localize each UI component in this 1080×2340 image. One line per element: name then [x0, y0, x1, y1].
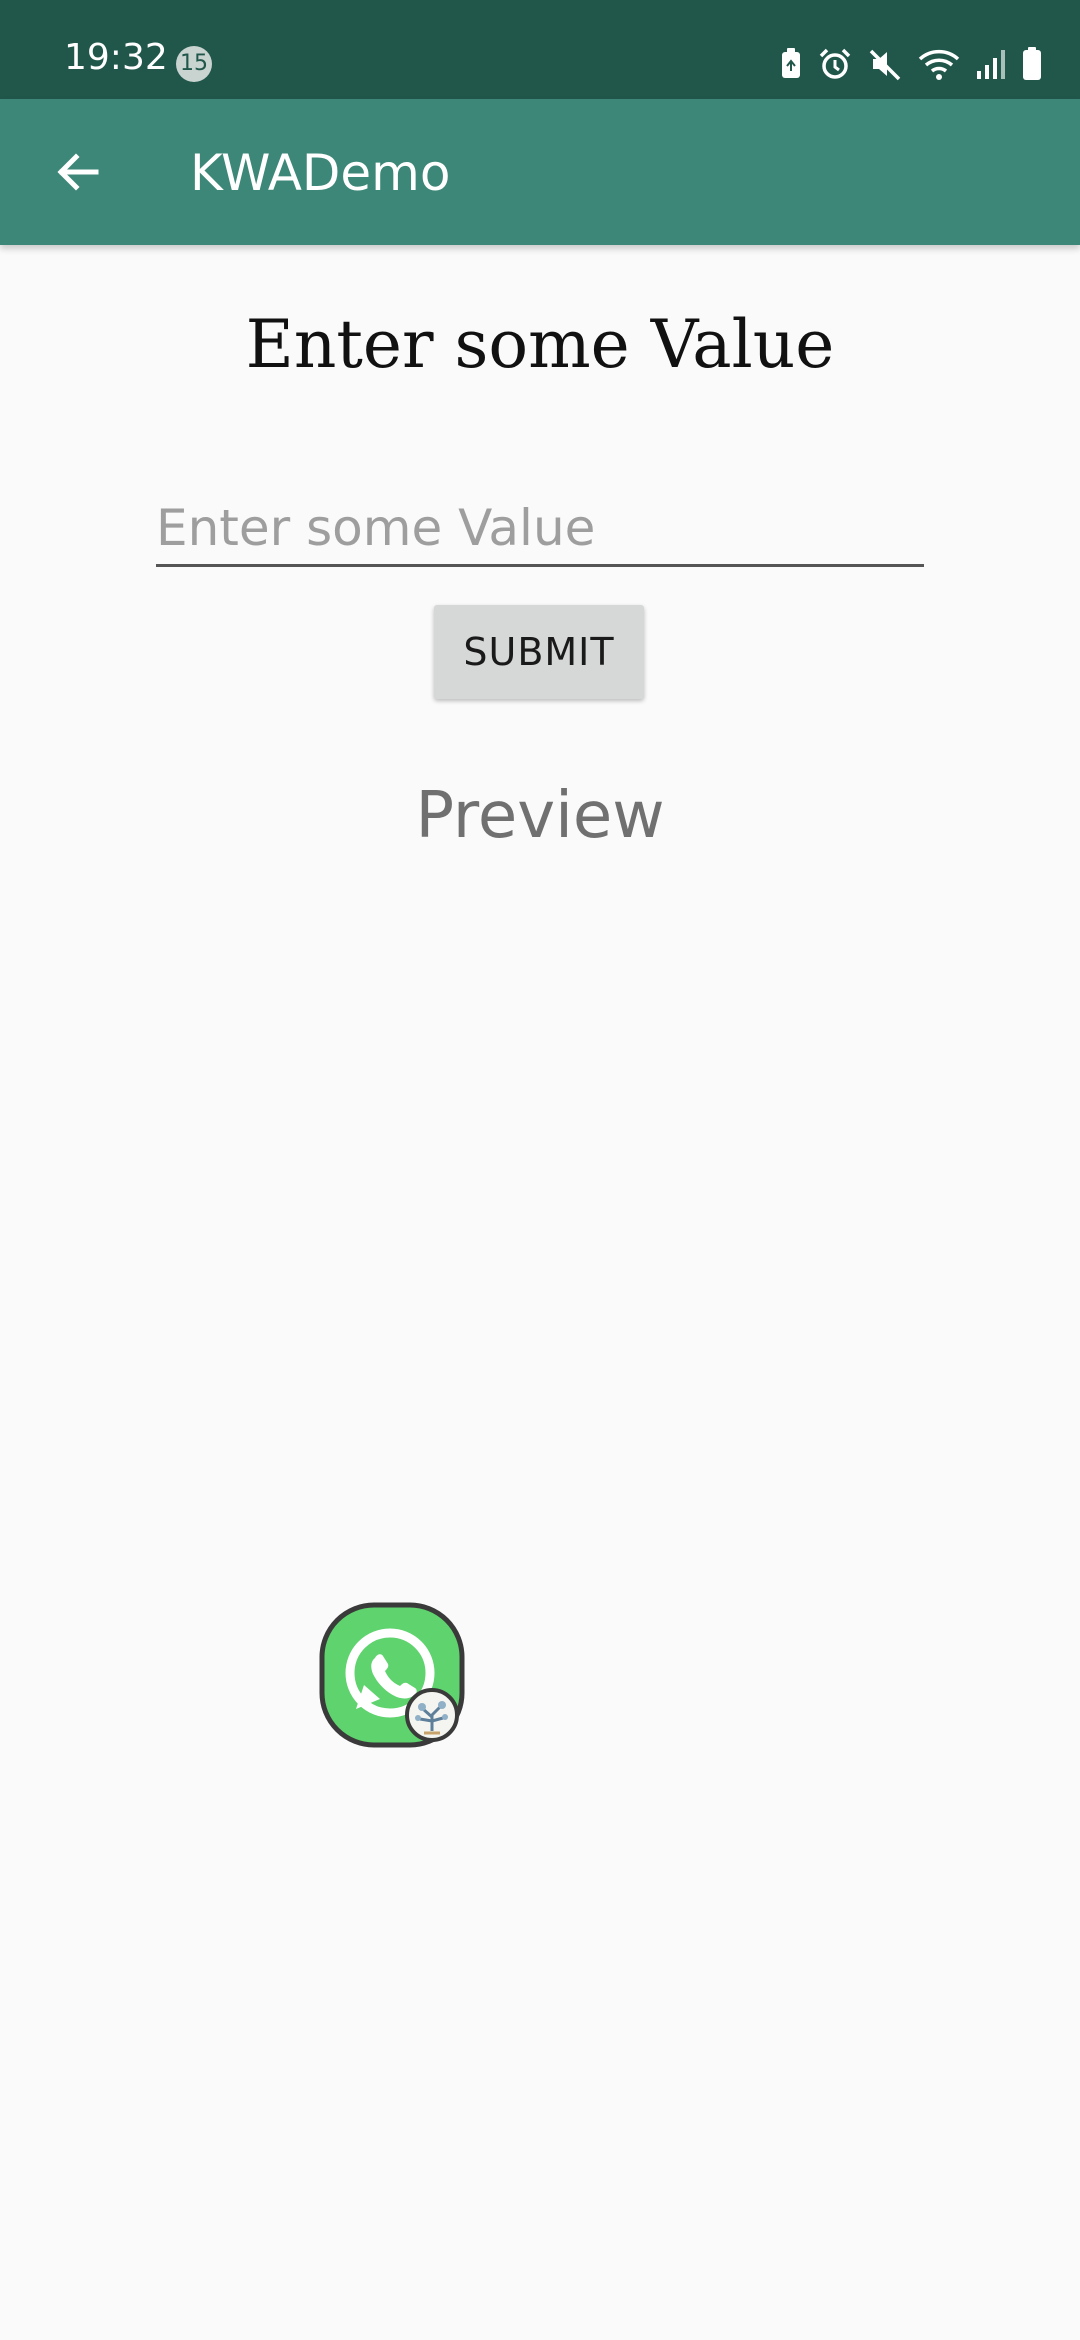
whatsapp-floating-icon[interactable] — [318, 1601, 466, 1749]
signal-icon — [977, 50, 1005, 79]
profile-badge-icon — [405, 1688, 459, 1742]
app-bar: KWADemo — [0, 99, 1080, 245]
battery-saver-icon — [782, 48, 800, 78]
battery-icon — [1023, 47, 1041, 80]
page-heading: Enter some Value — [245, 306, 835, 383]
status-bar: 19:32 15 — [0, 0, 1080, 99]
wifi-icon — [918, 49, 960, 80]
alarm-icon — [819, 48, 851, 79]
value-input[interactable] — [156, 492, 924, 567]
submit-button[interactable]: SUBMIT — [434, 605, 644, 699]
status-time: 19:32 — [64, 37, 168, 78]
app-title: KWADemo — [190, 144, 451, 202]
status-icons — [780, 44, 1042, 84]
notification-count-badge: 15 — [176, 46, 212, 82]
back-button[interactable] — [34, 128, 122, 216]
preview-label: Preview — [415, 779, 665, 853]
mute-icon — [869, 49, 901, 81]
arrow-back-icon — [57, 153, 99, 191]
